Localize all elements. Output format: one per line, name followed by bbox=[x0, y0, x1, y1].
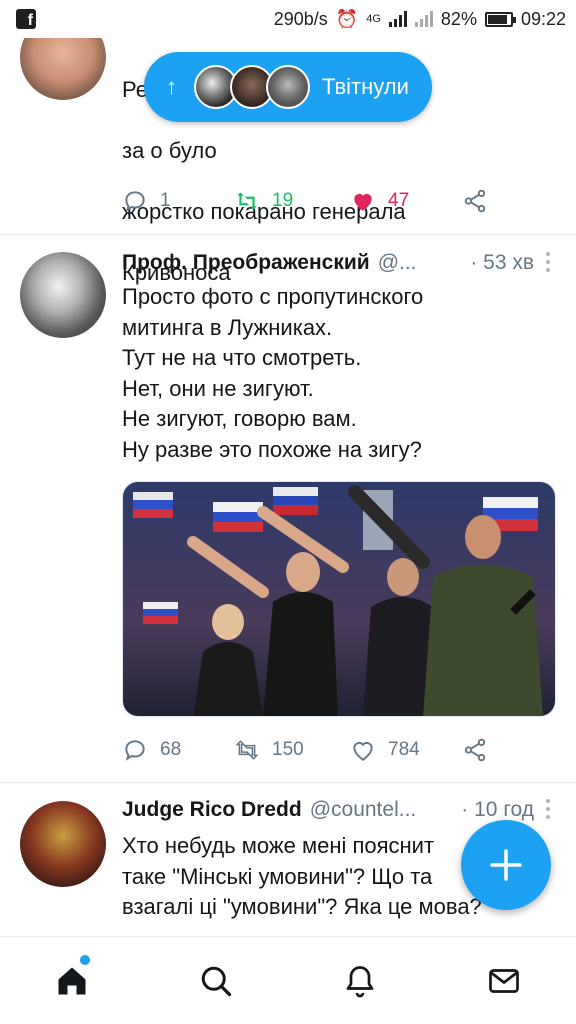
retweet-button[interactable]: 150 bbox=[234, 733, 304, 767]
author-name[interactable]: Judge Rico Dredd bbox=[122, 798, 302, 822]
clock: 09:22 bbox=[520, 8, 566, 29]
more-options-icon[interactable] bbox=[546, 799, 550, 821]
signal-2-icon bbox=[414, 11, 433, 27]
pill-avatars bbox=[194, 65, 310, 109]
heart-icon bbox=[353, 742, 373, 761]
alarm-icon: ⏰ bbox=[335, 8, 359, 29]
home-icon bbox=[58, 967, 86, 995]
nav-home[interactable] bbox=[52, 961, 92, 1001]
nav-notifications[interactable] bbox=[340, 961, 380, 1001]
like-button[interactable]: 784 bbox=[350, 733, 420, 767]
battery-percent: 82% bbox=[440, 8, 477, 29]
retweet-icon bbox=[237, 192, 257, 210]
new-tweets-pill[interactable]: ↑ Твітнули bbox=[144, 52, 432, 122]
bell-icon bbox=[346, 966, 374, 998]
like-button[interactable]: 47 bbox=[350, 184, 409, 218]
author-handle[interactable]: @... bbox=[378, 251, 417, 275]
tweet-header: Проф. Преображенский @... · 53 хв bbox=[122, 248, 562, 278]
heart-icon bbox=[354, 193, 372, 211]
network-speed: 290b/s bbox=[273, 8, 328, 29]
retweet-icon bbox=[235, 740, 259, 760]
nav-messages[interactable] bbox=[484, 961, 524, 1001]
reply-button[interactable]: 1 bbox=[122, 184, 171, 218]
author-handle[interactable]: @countel... bbox=[310, 798, 417, 822]
bottom-navigation bbox=[0, 936, 576, 1024]
share-icon bbox=[464, 189, 486, 213]
tweet-actions: 68 150 784 bbox=[122, 733, 562, 767]
avatar[interactable] bbox=[20, 252, 106, 338]
tweet[interactable]: Проф. Преображенский @... · 53 хв Просто… bbox=[0, 236, 576, 782]
tweet-actions: 1 19 47 bbox=[122, 184, 562, 218]
compose-tweet-button[interactable] bbox=[461, 820, 551, 910]
search-icon bbox=[201, 966, 232, 997]
rally-photo bbox=[123, 482, 555, 716]
status-bar: f 290b/s ⏰ 4G 82% 09:22 bbox=[0, 0, 576, 38]
nav-search[interactable] bbox=[196, 961, 236, 1001]
share-button[interactable] bbox=[462, 733, 488, 767]
retweet-button[interactable]: 19 bbox=[234, 184, 293, 218]
tweet-media-image[interactable] bbox=[122, 481, 556, 717]
mail-icon bbox=[489, 969, 519, 993]
more-options-icon[interactable] bbox=[546, 252, 550, 274]
pill-label: Твітнули bbox=[322, 74, 409, 99]
plus-icon bbox=[490, 849, 522, 881]
battery-icon bbox=[484, 11, 516, 27]
avatar bbox=[266, 65, 310, 109]
divider bbox=[0, 234, 576, 235]
facebook-notification-icon: f bbox=[16, 9, 36, 29]
arrow-up-icon: ↑ bbox=[166, 74, 177, 99]
avatar[interactable] bbox=[20, 801, 106, 887]
signal-icon bbox=[388, 11, 407, 27]
network-type: 4G bbox=[366, 13, 381, 25]
reply-button[interactable]: 68 bbox=[122, 733, 181, 767]
reply-icon bbox=[125, 191, 145, 212]
tweet-text: Просто фото с пропутинского митинга в Лу… bbox=[122, 284, 424, 462]
share-button[interactable] bbox=[462, 184, 488, 218]
author-name[interactable]: Проф. Преображенский bbox=[122, 251, 370, 275]
home-notification-dot bbox=[80, 955, 90, 965]
share-icon bbox=[464, 738, 486, 762]
reply-icon bbox=[125, 740, 145, 761]
